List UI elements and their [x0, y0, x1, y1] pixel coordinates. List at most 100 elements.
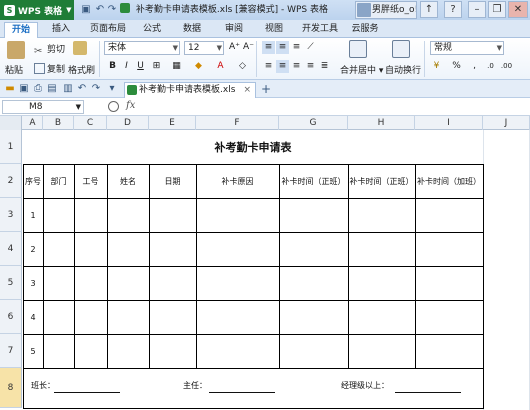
- column-header-j[interactable]: J: [483, 116, 530, 130]
- font-name-select[interactable]: 宋体 ▼: [104, 41, 180, 55]
- column-header-b[interactable]: B: [43, 116, 74, 130]
- copy-button[interactable]: 复制: [34, 62, 65, 75]
- close-button[interactable]: ✕: [508, 1, 528, 18]
- insert-function-button[interactable]: fx: [126, 100, 135, 111]
- table-border: [43, 164, 44, 368]
- row-number-cell: 1: [30, 210, 36, 220]
- tab-cloud[interactable]: 云服务: [348, 22, 382, 38]
- number-format-select[interactable]: 常规 ▼: [430, 41, 504, 55]
- document-tab-label: 补考勤卡申请表模板.xls: [139, 85, 236, 95]
- new-tab-button[interactable]: +: [260, 83, 272, 95]
- tab-developer[interactable]: 开发工具: [298, 22, 342, 38]
- column-header-a[interactable]: A: [23, 116, 43, 130]
- name-box[interactable]: M8 ▼: [2, 100, 84, 114]
- header-cell-date: 日期: [164, 176, 181, 186]
- justify-icon[interactable]: ≡: [304, 60, 317, 73]
- merge-center-button[interactable]: 合并居中 ▾: [340, 63, 383, 76]
- app-menu-button[interactable]: S WPS 表格 ▼: [0, 0, 74, 20]
- row-header-5[interactable]: 5: [0, 266, 22, 300]
- clear-format-icon[interactable]: ◇: [236, 60, 249, 73]
- wrap-text-button[interactable]: 自动换行: [385, 63, 421, 76]
- customize-toolbar-icon[interactable]: ▾: [106, 83, 118, 95]
- format-painter-icon[interactable]: [73, 41, 87, 55]
- merge-icon[interactable]: ▦: [170, 60, 183, 73]
- currency-icon[interactable]: ¥: [430, 60, 443, 73]
- undo-icon[interactable]: ↶: [76, 83, 88, 95]
- percent-button[interactable]: %: [450, 60, 463, 73]
- merge-center-icon[interactable]: [349, 40, 367, 58]
- tab-formulas[interactable]: 公式: [138, 22, 166, 38]
- document-tab[interactable]: 补考勤卡申请表模板.xls ×: [124, 82, 256, 98]
- table-border: [483, 164, 484, 409]
- increase-decimal-icon[interactable]: .0: [484, 60, 497, 73]
- export-pdf-icon[interactable]: ▥: [62, 83, 74, 95]
- column-header-h[interactable]: H: [348, 116, 415, 130]
- fill-color-icon[interactable]: ◆: [192, 60, 205, 73]
- print-icon[interactable]: ⎙: [32, 83, 44, 95]
- decrease-font-icon[interactable]: A⁻: [242, 41, 255, 54]
- column-header-d[interactable]: D: [107, 116, 149, 130]
- window-title-text: 补考勤卡申请表模板.xls [兼容模式] - WPS 表格: [135, 5, 329, 15]
- align-top-icon[interactable]: ≡: [262, 41, 275, 54]
- save-icon[interactable]: ▣: [80, 4, 92, 16]
- row-header-2[interactable]: 2: [0, 164, 22, 198]
- tab-review[interactable]: 审阅: [220, 22, 248, 38]
- skin-button[interactable]: ↑: [420, 1, 438, 18]
- tab-home[interactable]: 开始: [4, 22, 38, 38]
- paste-icon[interactable]: [7, 41, 25, 59]
- cut-button[interactable]: ✂ 剪切: [34, 42, 65, 57]
- restore-button[interactable]: ❐: [488, 1, 506, 18]
- row-header-6[interactable]: 6: [0, 300, 22, 334]
- chevron-down-icon: ▼: [66, 6, 72, 14]
- open-folder-icon[interactable]: ▬: [4, 83, 16, 95]
- comma-button[interactable]: ,: [468, 60, 481, 73]
- undo-icon[interactable]: ↶: [94, 4, 106, 16]
- font-size-select[interactable]: 12 ▼: [184, 41, 224, 55]
- spreadsheet-grid[interactable]: 补考勤卡申请表 序号 部门 工号 姓名 日期 补卡原因 补卡时间（正班） 补卡时…: [23, 130, 530, 410]
- save-icon[interactable]: ▣: [18, 83, 30, 95]
- column-header-e[interactable]: E: [149, 116, 196, 130]
- search-icon[interactable]: [108, 101, 119, 112]
- align-bottom-icon[interactable]: ≡: [290, 41, 303, 54]
- wrap-text-icon[interactable]: [392, 40, 410, 58]
- redo-icon[interactable]: ↷: [106, 4, 118, 16]
- formula-input[interactable]: [144, 100, 528, 114]
- app-menu-label: WPS 表格: [18, 6, 63, 17]
- row-header-3[interactable]: 3: [0, 198, 22, 232]
- align-center-icon[interactable]: ≡: [276, 60, 289, 73]
- border-icon[interactable]: ⊞: [150, 60, 163, 73]
- tab-insert[interactable]: 插入: [46, 22, 76, 38]
- select-all-corner[interactable]: [0, 116, 22, 130]
- print-preview-icon[interactable]: ▤: [46, 83, 58, 95]
- align-right-icon[interactable]: ≡: [290, 60, 303, 73]
- distributed-icon[interactable]: ≣: [318, 60, 331, 73]
- user-account-button[interactable]: 男胖纸o_o!: [355, 1, 417, 19]
- orientation-icon[interactable]: ⟋: [304, 41, 317, 54]
- font-color-icon[interactable]: A: [214, 60, 227, 73]
- redo-icon[interactable]: ↷: [90, 83, 102, 95]
- row-header-1[interactable]: 1: [0, 130, 22, 164]
- format-painter-button[interactable]: 格式刷: [68, 63, 95, 76]
- tab-page-layout[interactable]: 页面布局: [86, 22, 130, 38]
- align-left-icon[interactable]: ≡: [262, 60, 275, 73]
- italic-button[interactable]: I: [120, 60, 133, 73]
- minimize-button[interactable]: –: [468, 1, 486, 18]
- row-number-cell: 3: [30, 278, 36, 288]
- row-header-7[interactable]: 7: [0, 334, 22, 368]
- row-header-8[interactable]: 8: [0, 368, 22, 408]
- decrease-decimal-icon[interactable]: .00: [500, 60, 513, 73]
- increase-font-icon[interactable]: A⁺: [228, 41, 241, 54]
- bold-button[interactable]: B: [106, 60, 119, 73]
- close-tab-icon[interactable]: ×: [243, 83, 251, 97]
- column-header-i[interactable]: I: [415, 116, 483, 130]
- underline-button[interactable]: U: [134, 60, 147, 73]
- align-middle-icon[interactable]: ≡: [276, 41, 289, 54]
- column-header-c[interactable]: C: [74, 116, 107, 130]
- column-header-f[interactable]: F: [196, 116, 279, 130]
- tab-view[interactable]: 视图: [260, 22, 288, 38]
- column-header-g[interactable]: G: [279, 116, 348, 130]
- help-button[interactable]: ?: [444, 1, 462, 18]
- row-header-4[interactable]: 4: [0, 232, 22, 266]
- tab-data[interactable]: 数据: [178, 22, 206, 38]
- paste-button[interactable]: 粘贴: [5, 63, 23, 76]
